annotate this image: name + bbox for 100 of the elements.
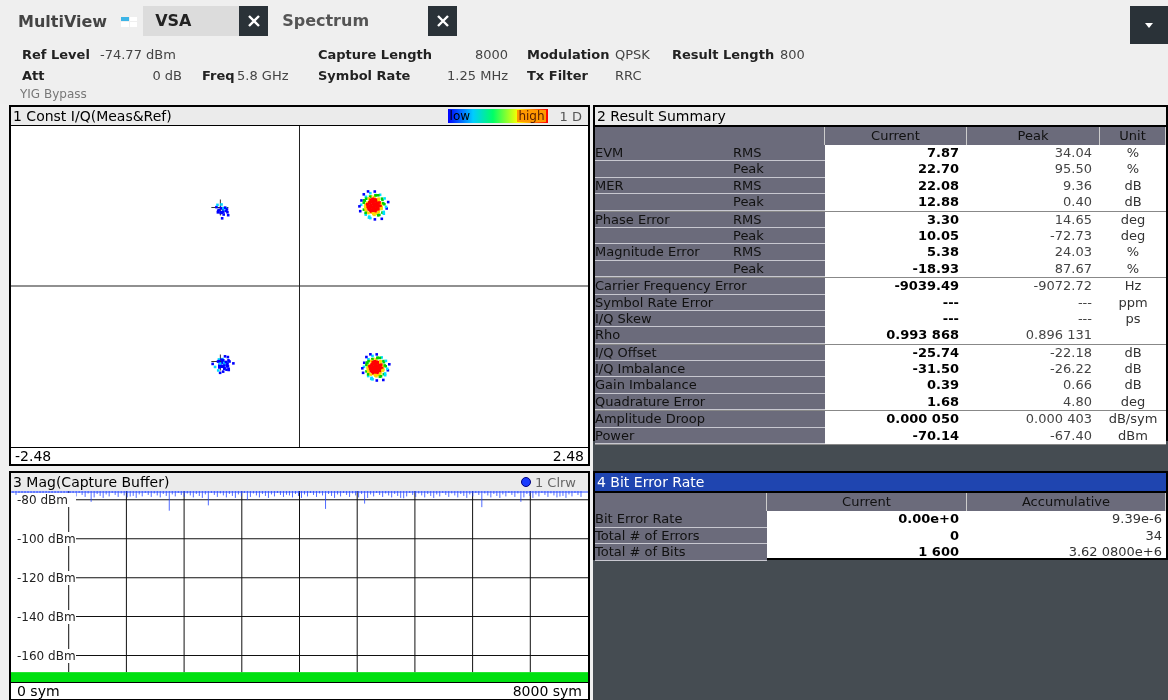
table-cell-text: deg	[1119, 227, 1147, 245]
table-cell-text: 0.39	[925, 377, 960, 394]
close-icon	[436, 15, 449, 27]
table-cell-text: %	[1125, 244, 1141, 261]
table-cell-text: 22.08	[916, 177, 960, 195]
column-header: Peak	[967, 127, 1100, 145]
caret-icon	[1145, 22, 1153, 28]
table-cell-text: 9.39e-6	[1111, 511, 1163, 528]
axis-label: -160 dBm	[17, 649, 76, 663]
table-cell-text: 0.40	[1062, 194, 1093, 211]
row-label: Amplitude Droop	[595, 411, 706, 427]
table-cell-text: 0.00e+0	[897, 511, 960, 528]
table-cell-text: -70.14	[911, 427, 960, 445]
row-sublabel: RMS	[733, 145, 762, 161]
column-header: Current	[825, 127, 967, 145]
row-sublabel: Peak	[733, 194, 764, 210]
table-cell-text: dB	[1123, 344, 1143, 362]
table-cell-text: ps	[1124, 310, 1142, 328]
table-cell-text: 95.50	[1053, 161, 1093, 178]
table-cell-text: %	[1125, 260, 1141, 278]
info-value: 0 dB	[151, 66, 182, 85]
row-label: Phase Error	[595, 211, 671, 227]
info-value: 800	[780, 45, 805, 64]
column-header: Current	[767, 493, 967, 511]
info-value: -74.77 dBm	[100, 45, 176, 64]
info-value: 1.25 MHz	[446, 66, 508, 85]
table-cell-text: 34	[1144, 527, 1163, 544]
info-value: RRC	[615, 66, 642, 85]
table-cell-text: 0.896 131	[1024, 327, 1093, 344]
trace-label: 1 D	[559, 109, 582, 123]
table-cell-text: 10.05	[916, 227, 960, 245]
axis-label: 2.48	[552, 449, 584, 463]
axis-label: -2.48	[15, 449, 52, 463]
axis-label: -100 dBm	[17, 532, 76, 546]
row-label: Quadrature Error	[595, 393, 707, 410]
axis-label: -80 dBm	[17, 493, 76, 507]
panel-title: 2 Result Summary	[596, 109, 726, 123]
table-cell-text: %	[1125, 145, 1141, 162]
table-cell-text: dB	[1123, 177, 1143, 195]
legend-label: low	[449, 110, 471, 122]
row-label: Total # of Bits	[595, 544, 767, 561]
table-cell-text: 14.65	[1053, 211, 1093, 228]
tab[interactable]: VSA	[143, 6, 240, 36]
info-label: Ref Level	[22, 45, 91, 64]
table-cell-text: 7.87	[925, 145, 960, 162]
table-cell-text: 0.66	[1062, 377, 1093, 394]
table-cell-text: 0.000 050	[885, 411, 960, 428]
table-cell-text: deg	[1119, 211, 1147, 228]
table-cell-text: dB	[1123, 361, 1143, 378]
table-cell-text: 4.80	[1062, 393, 1093, 411]
axis-label: 8000 sym	[512, 684, 582, 698]
table-cell-text: %	[1125, 161, 1141, 178]
table-cell-text: 3.30	[925, 211, 960, 228]
column-header: Accumulative	[967, 493, 1166, 511]
table-cell-text: ---	[1076, 310, 1093, 328]
table-cell-text: -18.93	[911, 260, 960, 278]
axis-label: 0 sym	[17, 684, 60, 698]
table-cell-text: ---	[941, 310, 960, 328]
table-cell-text: dBm	[1117, 427, 1149, 445]
table-cell-text: 0	[948, 527, 960, 544]
table-cell-text: 34.04	[1053, 145, 1093, 162]
table-cell-text: -25.74	[911, 344, 960, 362]
row-sublabel: RMS	[733, 211, 762, 227]
table-cell-text: 1 600	[917, 544, 960, 561]
table-cell-text: 5.38	[925, 244, 960, 261]
close-button[interactable]	[239, 6, 269, 36]
table-cell-text: -22.18	[1049, 344, 1093, 362]
row-label: MER	[595, 177, 625, 194]
panel-title: 4 Bit Error Rate	[596, 475, 705, 489]
panel-title: 3 Mag(Capture Buffer)	[12, 475, 170, 489]
panel-title: 1 Const I/Q(Meas&Ref)	[12, 109, 172, 123]
table-cell-text: 87.67	[1053, 260, 1093, 278]
table-cell-text: 0.000 403	[1024, 411, 1093, 428]
row-sublabel: RMS	[733, 177, 762, 194]
table-cell-text: 24.03	[1053, 244, 1093, 261]
row-sublabel: Peak	[733, 260, 764, 277]
row-label: Magnitude Error	[595, 244, 701, 260]
info-label: Modulation	[527, 45, 611, 64]
table-cell-text: ---	[1076, 294, 1093, 311]
row-label: Gain Imbalance	[595, 377, 698, 393]
row-sublabel: RMS	[733, 244, 762, 260]
info-note: YIG Bypass	[19, 86, 88, 102]
close-icon	[247, 15, 260, 27]
trace-label: 1 Clrw	[534, 475, 576, 489]
info-label: Att	[22, 66, 46, 85]
table-cell-text: 12.88	[916, 194, 960, 211]
info-label: Symbol Rate	[318, 66, 412, 85]
row-label: EVM	[595, 145, 625, 161]
row-label: Symbol Rate Error	[595, 294, 715, 310]
layout-icon	[121, 17, 138, 27]
info-value: QPSK	[615, 45, 650, 64]
close-button[interactable]	[428, 6, 458, 36]
tab[interactable]: Spectrum	[270, 6, 429, 36]
legend-label: high	[517, 110, 546, 122]
row-sublabel: Peak	[733, 227, 764, 244]
info-label: Tx Filter	[527, 66, 589, 85]
row-label: Carrier Frequency Error	[595, 278, 747, 294]
table-cell-text: -9039.49	[893, 278, 960, 295]
table-cell-text: 0.993 868	[885, 327, 960, 344]
info-label: Capture Length	[318, 45, 433, 64]
